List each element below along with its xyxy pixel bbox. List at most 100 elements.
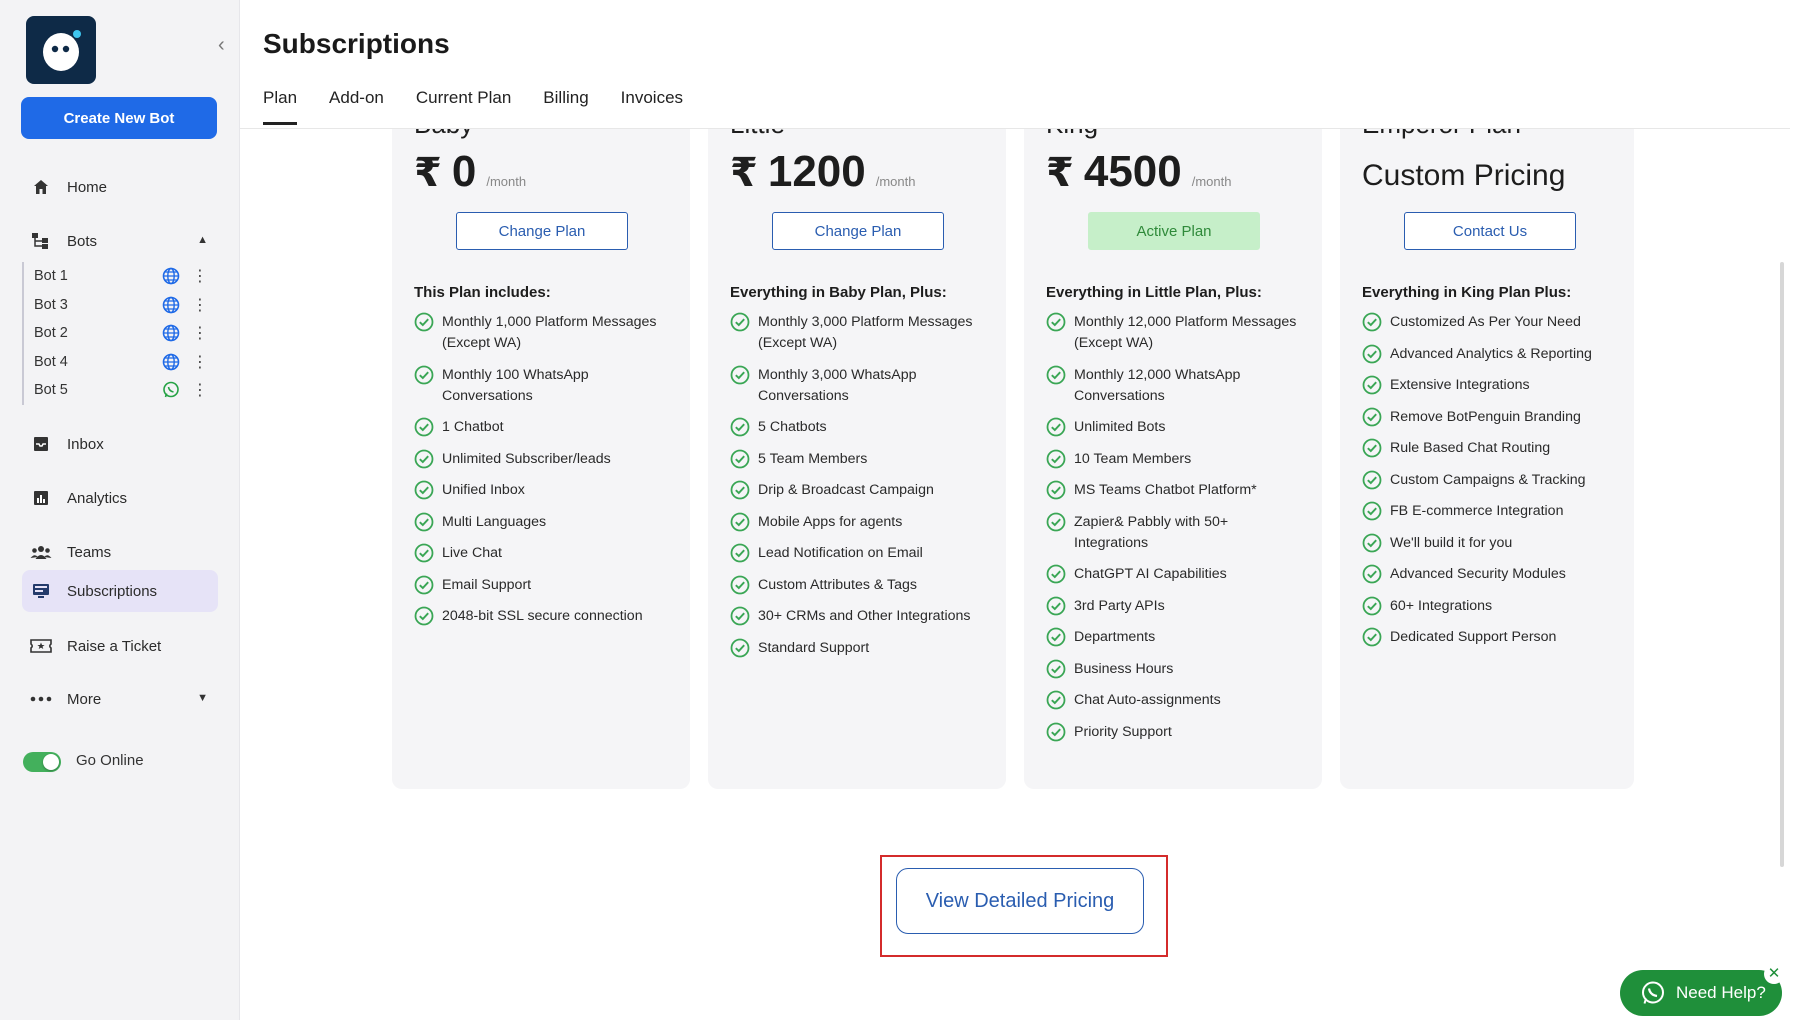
feature-text: Advanced Analytics & Reporting <box>1390 345 1592 362</box>
plan-card-little: Little ₹ 1200 /month Change Plan Everyth… <box>708 129 1006 789</box>
more-horizontal-icon <box>30 688 52 710</box>
feature-text: 10 Team Members <box>1074 450 1192 467</box>
check-circle-icon <box>730 365 750 384</box>
feature-item: Monthly 12,000 Platform Messages (Except… <box>1046 312 1306 354</box>
feature-item: Priority Support <box>1046 722 1306 743</box>
feature-item: Customized As Per Your Need <box>1362 312 1622 333</box>
globe-icon <box>162 267 180 285</box>
sidebar-item-subscriptions[interactable]: Subscriptions <box>22 570 218 612</box>
check-circle-icon <box>730 606 750 626</box>
sidebar-item-inbox[interactable]: Inbox <box>22 423 218 465</box>
sidebar-item-home[interactable]: Home <box>22 166 218 208</box>
whatsapp-icon <box>162 381 180 399</box>
change-plan-button[interactable]: Change Plan <box>456 212 628 250</box>
check-circle-icon <box>1362 596 1382 615</box>
more-vertical-icon[interactable]: ⋮ <box>192 380 208 400</box>
feature-list: Monthly 3,000 Platform Messages (Except … <box>730 312 990 669</box>
chevron-down-icon[interactable]: ▼ <box>197 692 208 704</box>
check-circle-icon <box>414 449 434 468</box>
tab-add-on[interactable]: Add-on <box>329 88 384 125</box>
whatsapp-icon <box>1642 981 1664 1004</box>
feature-list: Monthly 1,000 Platform Messages (Except … <box>414 312 674 638</box>
currency-symbol: ₹ <box>730 151 758 195</box>
check-circle-icon <box>1362 407 1382 426</box>
check-circle-icon <box>730 638 750 657</box>
check-circle-icon <box>1046 564 1066 584</box>
more-vertical-icon[interactable]: ⋮ <box>192 295 208 315</box>
collapse-sidebar-icon[interactable]: ‹ <box>218 34 238 56</box>
bot-item[interactable]: Bot 1 ⋮ <box>24 262 218 291</box>
feature-item: Chat Auto-assignments <box>1046 690 1306 711</box>
sidebar-item-bots[interactable]: Bots ▲ <box>22 220 218 262</box>
go-online-toggle[interactable] <box>23 752 61 772</box>
feature-item: Remove BotPenguin Branding <box>1362 407 1622 428</box>
chevron-up-icon[interactable]: ▲ <box>197 234 208 246</box>
feature-text: Live Chat <box>442 545 502 561</box>
feature-item: Business Hours <box>1046 659 1306 680</box>
feature-text: FB E-commerce Integration <box>1390 503 1564 519</box>
feature-text: MS Teams Chatbot Platform* <box>1074 482 1257 498</box>
go-online-label: Go Online <box>76 752 144 769</box>
features-heading: Everything in King Plan Plus: <box>1362 284 1572 301</box>
feature-item: 10 Team Members <box>1046 449 1306 470</box>
check-circle-icon <box>1362 564 1382 584</box>
feature-item: 1 Chatbot <box>414 417 674 438</box>
sidebar-item-raise-ticket[interactable]: Raise a Ticket <box>22 625 218 667</box>
tab-invoices[interactable]: Invoices <box>621 88 683 125</box>
plan-name: Little <box>730 129 785 140</box>
sidebar-item-more[interactable]: More ▼ <box>22 678 218 720</box>
feature-text: Extensive Integrations <box>1390 377 1530 393</box>
bot-item[interactable]: Bot 4 ⋮ <box>24 348 218 377</box>
check-circle-icon <box>1046 722 1066 741</box>
feature-text: Priority Support <box>1074 723 1172 740</box>
feature-text: ChatGPT AI Capabilities <box>1074 566 1227 582</box>
create-new-bot-button[interactable]: Create New Bot <box>21 97 217 139</box>
feature-item: Drip & Broadcast Campaign <box>730 480 990 501</box>
plan-name: Baby <box>414 129 473 140</box>
feature-item: Zapier& Pabbly with 50+ Integrations <box>1046 512 1306 554</box>
feature-item: We'll build it for you <box>1362 533 1622 554</box>
plan-name: King <box>1046 129 1098 140</box>
feature-item: FB E-commerce Integration <box>1362 501 1622 522</box>
sidebar-item-analytics[interactable]: Analytics <box>22 477 218 519</box>
bot-item[interactable]: Bot 3 ⋮ <box>24 291 218 320</box>
feature-item: Lead Notification on Email <box>730 543 990 564</box>
tab-current-plan[interactable]: Current Plan <box>416 88 511 125</box>
sidebar-item-teams[interactable]: Teams <box>22 531 218 573</box>
feature-item: 30+ CRMs and Other Integrations <box>730 606 990 627</box>
tab-plan[interactable]: Plan <box>263 88 298 125</box>
check-circle-icon <box>1362 470 1382 489</box>
bot-item[interactable]: Bot 5 ⋮ <box>24 376 218 405</box>
bar-chart-icon <box>30 487 52 509</box>
botpenguin-logo[interactable] <box>26 16 96 84</box>
feature-item: Monthly 12,000 WhatsApp Conversations <box>1046 365 1306 407</box>
feature-item: Standard Support <box>730 638 990 659</box>
contact-us-button[interactable]: Contact Us <box>1404 212 1576 250</box>
globe-icon <box>162 296 180 314</box>
more-vertical-icon[interactable]: ⋮ <box>192 323 208 343</box>
more-vertical-icon[interactable]: ⋮ <box>192 266 208 286</box>
feature-item: Monthly 3,000 Platform Messages (Except … <box>730 312 990 354</box>
check-circle-icon <box>730 417 750 437</box>
feature-text: 1 Chatbot <box>442 419 504 435</box>
tab-billing[interactable]: Billing <box>543 88 588 125</box>
feature-text: Email Support <box>442 576 532 593</box>
feature-item: Unified Inbox <box>414 480 674 501</box>
check-circle-icon <box>730 575 750 594</box>
change-plan-button[interactable]: Change Plan <box>772 212 944 250</box>
need-help-button[interactable]: Need Help? <box>1620 970 1782 1016</box>
feature-item: Live Chat <box>414 543 674 564</box>
scrollbar[interactable] <box>1780 262 1784 867</box>
page-title: Subscriptions <box>263 28 450 59</box>
feature-item: Rule Based Chat Routing <box>1362 438 1622 459</box>
more-vertical-icon[interactable]: ⋮ <box>192 352 208 372</box>
bot-item[interactable]: Bot 2 ⋮ <box>24 319 218 348</box>
feature-item: Advanced Security Modules <box>1362 564 1622 585</box>
active-plan-button[interactable]: Active Plan <box>1088 212 1260 250</box>
feature-text: Multi Languages <box>442 513 547 530</box>
close-icon[interactable]: ✕ <box>1764 964 1784 984</box>
view-detailed-pricing-button[interactable]: View Detailed Pricing <box>896 868 1144 934</box>
feature-text: Unified Inbox <box>442 482 525 498</box>
price-amount: 4500 <box>1083 147 1182 196</box>
feature-item: Monthly 100 WhatsApp Conversations <box>414 365 674 407</box>
